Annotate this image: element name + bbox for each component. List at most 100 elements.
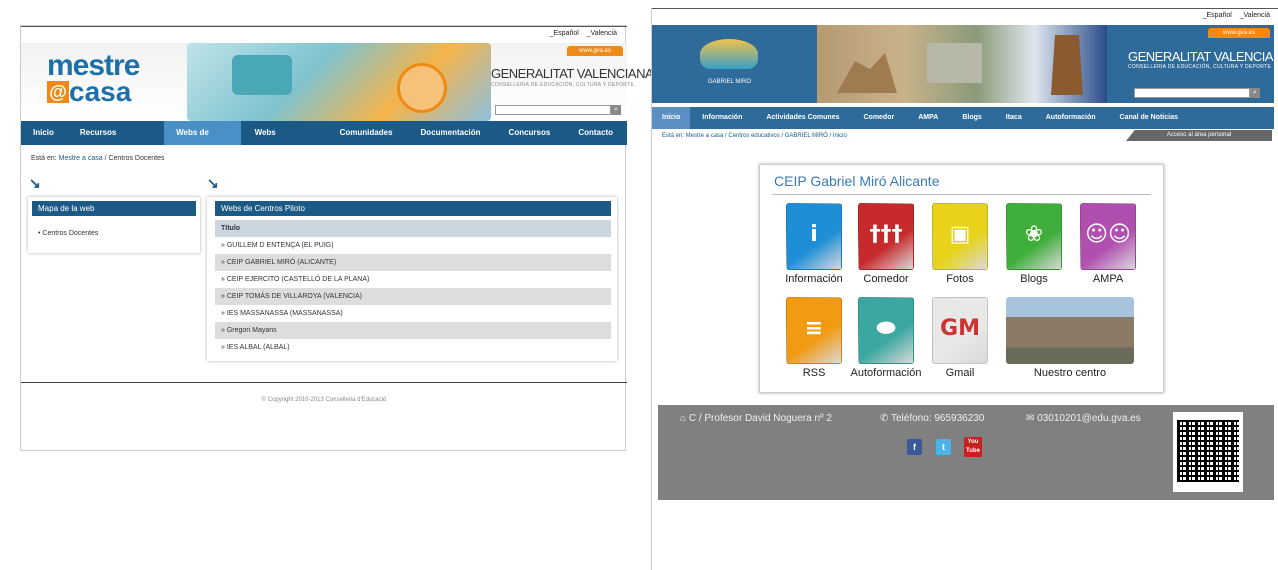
copyright: © Copyright 2010-2013 Conselleria d'Educ… <box>261 397 387 403</box>
qr-code <box>1173 412 1243 492</box>
search-input[interactable] <box>495 105 611 115</box>
facebook-icon[interactable]: f <box>907 439 922 455</box>
nav-actividades-comunes[interactable]: Actividades Comunes <box>754 107 851 129</box>
sitemap-title: Mapa de la web <box>32 201 196 216</box>
centres-panel: Webs de Centros Piloto Título » GUILLEM … <box>207 197 617 361</box>
tile-autoformaci-n[interactable]: ⬬ <box>858 297 914 364</box>
card-divider <box>772 194 1151 195</box>
email-icon: ✉ <box>1026 413 1035 424</box>
nav-contacto[interactable]: Contacto <box>564 121 627 145</box>
table-row[interactable]: » IES MASSANASSA (MASSANASSA) <box>215 305 611 322</box>
phone: ✆ Teléfono: 965936230 <box>880 413 985 424</box>
language-switch: _Español _Valencià <box>1197 12 1270 19</box>
table-row[interactable]: » CEIP GABRIEL MIRÓ (ALICANTE) <box>215 254 611 271</box>
camera-icon: ▣ <box>949 222 971 247</box>
breadcrumb: Está en: Mestre a casa / Centros Docente… <box>31 155 165 162</box>
search-bar: ⌕ <box>1134 88 1260 98</box>
address: ⌂ C / Profesor David Noguera nº 2 <box>680 413 832 424</box>
site-header: mestre @ casa www.gva.es GENERALITAT VAL… <box>21 43 654 121</box>
tile-fotos[interactable]: ▣ <box>932 203 988 270</box>
youtube-icon[interactable]: You Tube <box>964 437 982 457</box>
generalitat-logo: GENERALITAT VALENCIANA CONSELLERIA DE ED… <box>1128 49 1278 70</box>
tile-informaci-n[interactable]: i <box>786 203 842 270</box>
lang-es-link[interactable]: _Español <box>550 30 579 37</box>
private-area-button[interactable]: Acceso al área personal <box>1126 130 1272 141</box>
site-header: GABRIEL MIRO www.gva.es GENERALITAT VALE… <box>652 25 1278 103</box>
search-input[interactable] <box>1134 88 1250 98</box>
tile-ampa[interactable]: ☺☺ <box>1080 203 1136 270</box>
site-footer: ⌂ C / Profesor David Noguera nº 2 ✆ Telé… <box>658 405 1274 500</box>
mestre-a-casa-logo[interactable]: mestre @ casa <box>47 51 157 109</box>
lang-es-link[interactable]: _Español <box>1203 12 1232 19</box>
info-icon: i <box>810 222 818 247</box>
nav-canal-de-noticias[interactable]: Canal de Noticias <box>1108 107 1190 129</box>
nav-inicio[interactable]: Inicio <box>21 121 66 145</box>
gva-link[interactable]: www.gva.es <box>567 46 623 56</box>
tile-nuestro-centro[interactable] <box>1006 297 1134 364</box>
gmail-icon: GM <box>940 316 980 341</box>
lang-va-link[interactable]: _Valencià <box>1240 12 1270 19</box>
card-title: CEIP Gabriel Miró Alicante <box>774 173 940 189</box>
nav-inicio[interactable]: Inicio <box>652 107 691 129</box>
tile-comedor[interactable]: ††† <box>858 203 914 270</box>
header-photo-collage <box>817 25 1107 103</box>
lang-va-link[interactable]: _Valencià <box>587 30 617 37</box>
nav-concursos[interactable]: Concursos <box>495 121 565 145</box>
language-switch: _Español _Valencià <box>544 30 617 37</box>
school-building-photo <box>1006 297 1134 315</box>
phone-icon: ✆ <box>880 413 889 424</box>
main-nav: Inicio Recursos Educativos Webs de Centr… <box>21 121 627 161</box>
top-border <box>652 8 1278 9</box>
sun-sea-icon <box>700 39 758 69</box>
chat-bubble-icon: ❀ <box>1024 222 1044 247</box>
top-border <box>21 26 627 27</box>
nav-informacion[interactable]: Información <box>690 107 754 129</box>
table-row[interactable]: » Gregori Mayans <box>215 322 611 339</box>
search-icon[interactable]: ⌕ <box>1250 88 1260 98</box>
tile-blogs[interactable]: ❀ <box>1006 203 1062 270</box>
people-icon: ☺☺ <box>1085 222 1131 247</box>
search-bar: ⌕ <box>495 105 621 115</box>
nav-ampa[interactable]: AMPA <box>906 107 950 129</box>
sitemap-panel: Mapa de la web • Centros Docentes <box>28 197 200 253</box>
rss-icon: ≡ <box>804 316 824 341</box>
nav-webs-personales[interactable]: Webs Personales <box>241 121 326 161</box>
tile-gmail[interactable]: GM <box>932 297 988 364</box>
table-row[interactable]: » CEIP EJERCITO (CASTELLÓ DE LA PLANA) <box>215 271 611 288</box>
nav-webs-de-centro[interactable]: Webs de Centro <box>164 121 241 161</box>
nav-documentacion[interactable]: Documentación <box>407 121 495 145</box>
nav-comunidades[interactable]: Comunidades <box>326 121 407 145</box>
tile-label: Nuestro centro <box>1033 367 1107 379</box>
nav-autoformacion[interactable]: Autoformación <box>1034 107 1108 129</box>
main-nav: Inicio Información Actividades Comunes C… <box>652 107 1274 129</box>
table-header: Título <box>215 220 611 237</box>
footer-divider <box>21 382 627 383</box>
twitter-icon[interactable]: t <box>936 439 951 455</box>
tile-label: AMPA <box>1092 273 1124 285</box>
nav-blogs[interactable]: Blogs <box>950 107 993 129</box>
sitemap-item[interactable]: • Centros Docentes <box>28 220 200 237</box>
gabriel-miro-logo[interactable]: GABRIEL MIRO <box>692 29 767 97</box>
email: ✉ 03010201@edu.gva.es <box>1026 413 1141 424</box>
table-row[interactable]: » IES ALBAL (ALBAL) <box>215 339 611 356</box>
breadcrumb[interactable]: Está en: Mestre a casa / Centros educati… <box>662 133 847 139</box>
arrow-down-right-icon: ↘ <box>207 175 219 191</box>
home-icon: ⌂ <box>680 413 687 424</box>
table-row[interactable]: » GUILLEM D ENTENÇA (EL PUIG) <box>215 237 611 254</box>
breadcrumb-home-link[interactable]: Mestre a casa <box>59 155 103 162</box>
gva-link[interactable]: www.gva.es <box>1208 28 1270 38</box>
arrow-down-right-icon: ↘ <box>29 175 41 191</box>
mestre-a-casa-page: _Español _Valencià mestre @ casa www.gva… <box>20 25 654 451</box>
nav-itaca[interactable]: Itaca <box>994 107 1034 129</box>
tile-rss[interactable]: ≡ <box>786 297 842 364</box>
centres-title: Webs de Centros Piloto <box>215 201 611 216</box>
mouse-icon: ⬬ <box>876 316 896 341</box>
header-illustration <box>187 43 491 121</box>
nav-comedor[interactable]: Comedor <box>851 107 906 129</box>
school-card: CEIP Gabriel Miró Alicante i Información †… <box>759 164 1164 393</box>
search-icon[interactable]: ⌕ <box>611 105 621 115</box>
nav-recursos-educativos[interactable]: Recursos Educativos <box>66 121 164 161</box>
cutlery-icon: ††† <box>869 222 903 247</box>
table-row[interactable]: » CEIP TOMÁS DE VILLAROYA (VALENCIA) <box>215 288 611 305</box>
generalitat-logo: GENERALITAT VALENCIANA CONSELLERIA DE ED… <box>491 66 654 88</box>
